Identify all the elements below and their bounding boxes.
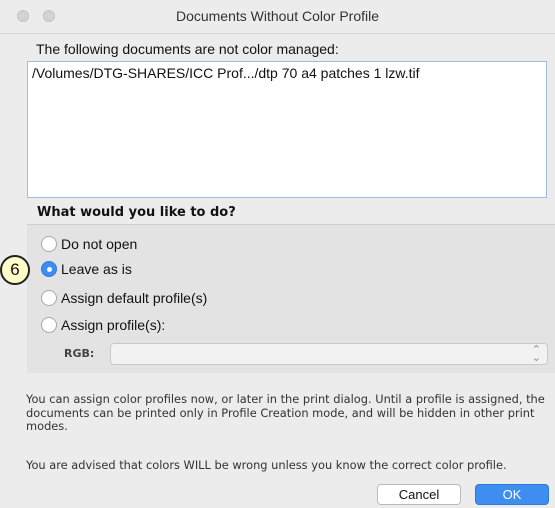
rgb-label: RGB:: [64, 347, 95, 360]
dialog-window: Documents Without Color Profile The foll…: [0, 0, 555, 508]
cancel-button[interactable]: Cancel: [377, 484, 461, 505]
list-item[interactable]: /Volumes/DTG-SHARES/ICC Prof.../dtp 70 a…: [32, 65, 420, 81]
documents-panel: The following documents are not color ma…: [27, 34, 555, 200]
radio-label: Assign default profile(s): [61, 290, 208, 306]
options-heading: What would you like to do?: [37, 205, 236, 220]
rgb-profile-select[interactable]: ⌃ ⌄: [110, 343, 548, 365]
title-bar: Documents Without Color Profile: [0, 0, 555, 34]
callout-number-badge: 6: [0, 255, 30, 285]
radio-label: Leave as is: [61, 261, 132, 277]
radio-button[interactable]: [41, 261, 57, 277]
radio-label: Do not open: [61, 236, 138, 252]
window-title: Documents Without Color Profile: [175, 8, 380, 24]
info-text: You can assign color profiles now, or la…: [26, 392, 545, 433]
radio-label: Assign profile(s):: [61, 317, 166, 333]
documents-list-label: The following documents are not color ma…: [36, 41, 339, 57]
radio-button[interactable]: [41, 290, 57, 306]
radio-button[interactable]: [41, 236, 57, 252]
documents-list[interactable]: /Volumes/DTG-SHARES/ICC Prof.../dtp 70 a…: [27, 61, 547, 198]
chevron-up-down-icon: ⌃ ⌄: [531, 343, 541, 364]
radio-button[interactable]: [41, 317, 57, 333]
ok-button[interactable]: OK: [475, 484, 549, 505]
warning-text: You are advised that colors WILL be wron…: [26, 458, 507, 472]
